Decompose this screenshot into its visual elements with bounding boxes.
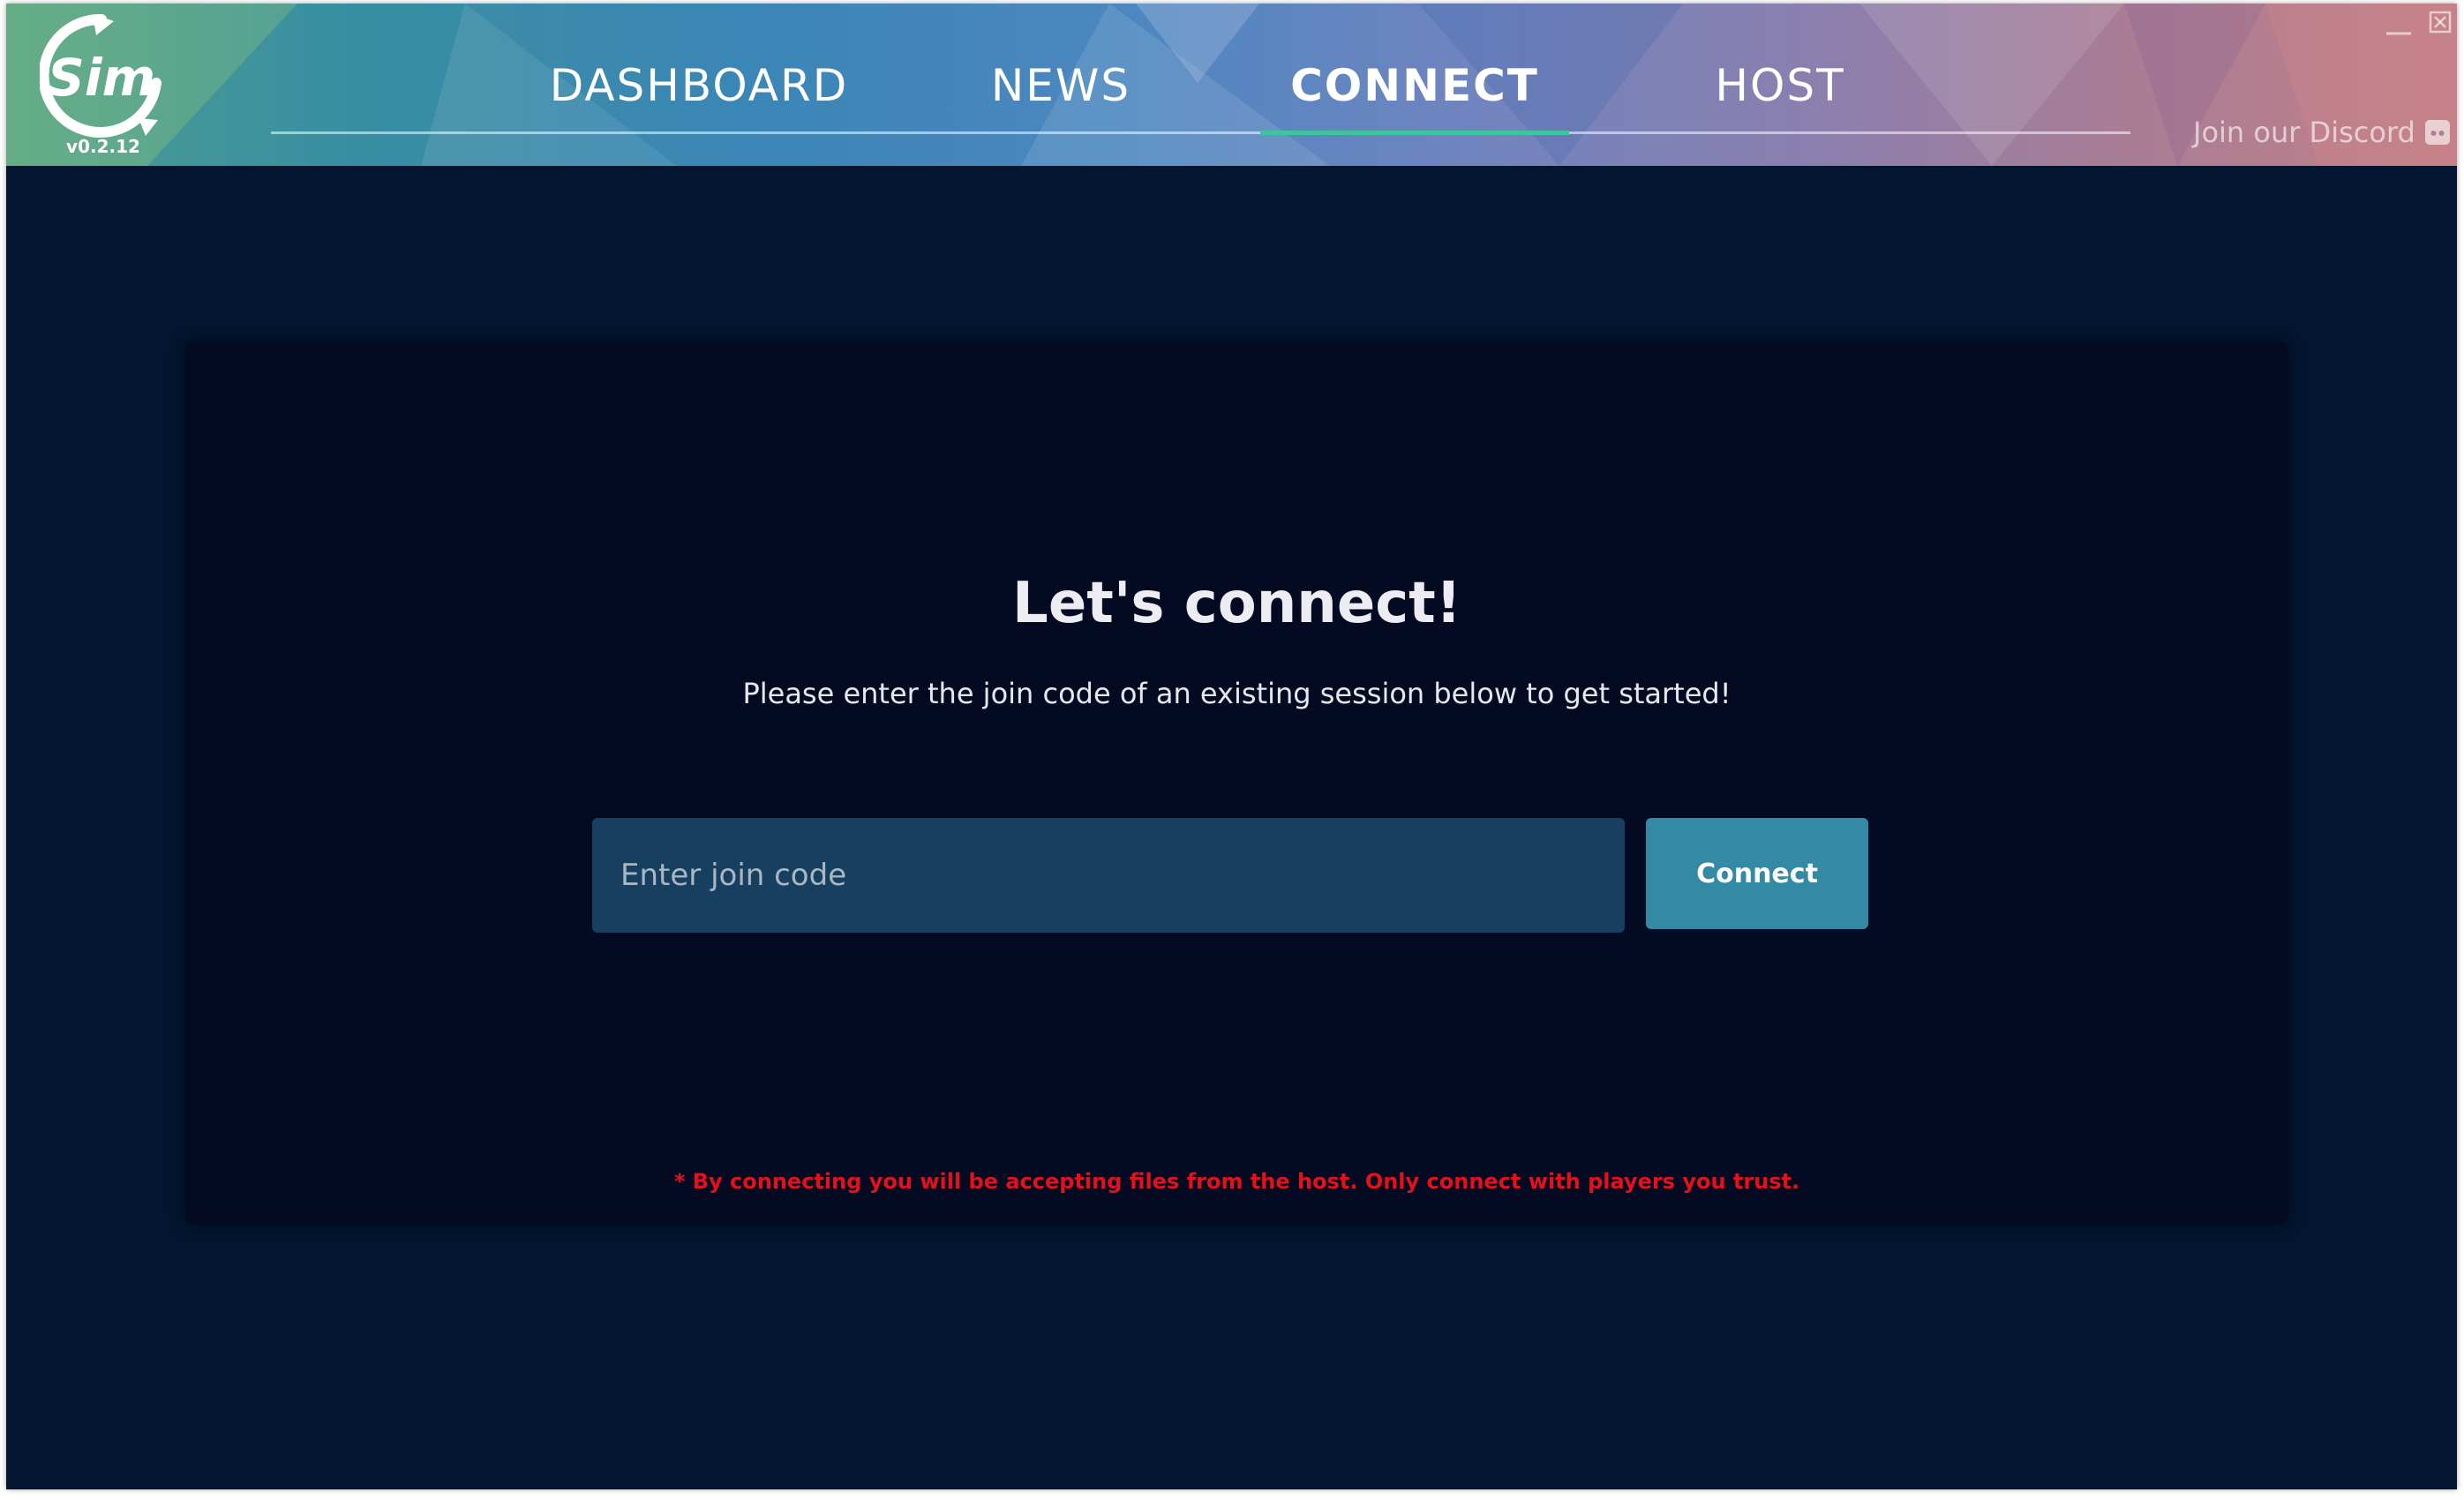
discord-link-label: Join our Discord: [2193, 116, 2415, 149]
page-title: Let's connect!: [1012, 571, 1461, 636]
discord-link[interactable]: Join our Discord: [2193, 112, 2451, 153]
close-icon[interactable]: [2429, 11, 2452, 34]
connect-button[interactable]: Connect: [1646, 818, 1868, 929]
header-background-pattern: [6, 4, 2457, 166]
minimize-icon[interactable]: [2385, 16, 2413, 39]
trust-warning: * By connecting you will be accepting fi…: [673, 1169, 1800, 1194]
connect-instructions: Please enter the join code of an existin…: [742, 677, 1732, 710]
sim-logo-icon[interactable]: Sim: [40, 14, 163, 142]
tab-host[interactable]: HOST: [1683, 55, 1877, 116]
app-version: v0.2.12: [66, 136, 140, 157]
connect-card: Let's connect! Please enter the join cod…: [185, 341, 2288, 1224]
app-window: Sim v0.2.12 DASHBOARD NEWS CONNECT HOST …: [6, 4, 2457, 1489]
nav-divider: [271, 131, 2130, 134]
header-bar: Sim v0.2.12 DASHBOARD NEWS CONNECT HOST …: [6, 4, 2457, 166]
join-code-input[interactable]: [592, 818, 1625, 933]
tab-news[interactable]: NEWS: [968, 55, 1153, 116]
active-tab-indicator: [1260, 131, 1569, 135]
tab-connect[interactable]: CONNECT: [1260, 55, 1569, 116]
tab-dashboard[interactable]: DASHBOARD: [518, 55, 880, 116]
discord-icon: [2424, 120, 2450, 145]
logo-text: Sim: [48, 48, 155, 108]
